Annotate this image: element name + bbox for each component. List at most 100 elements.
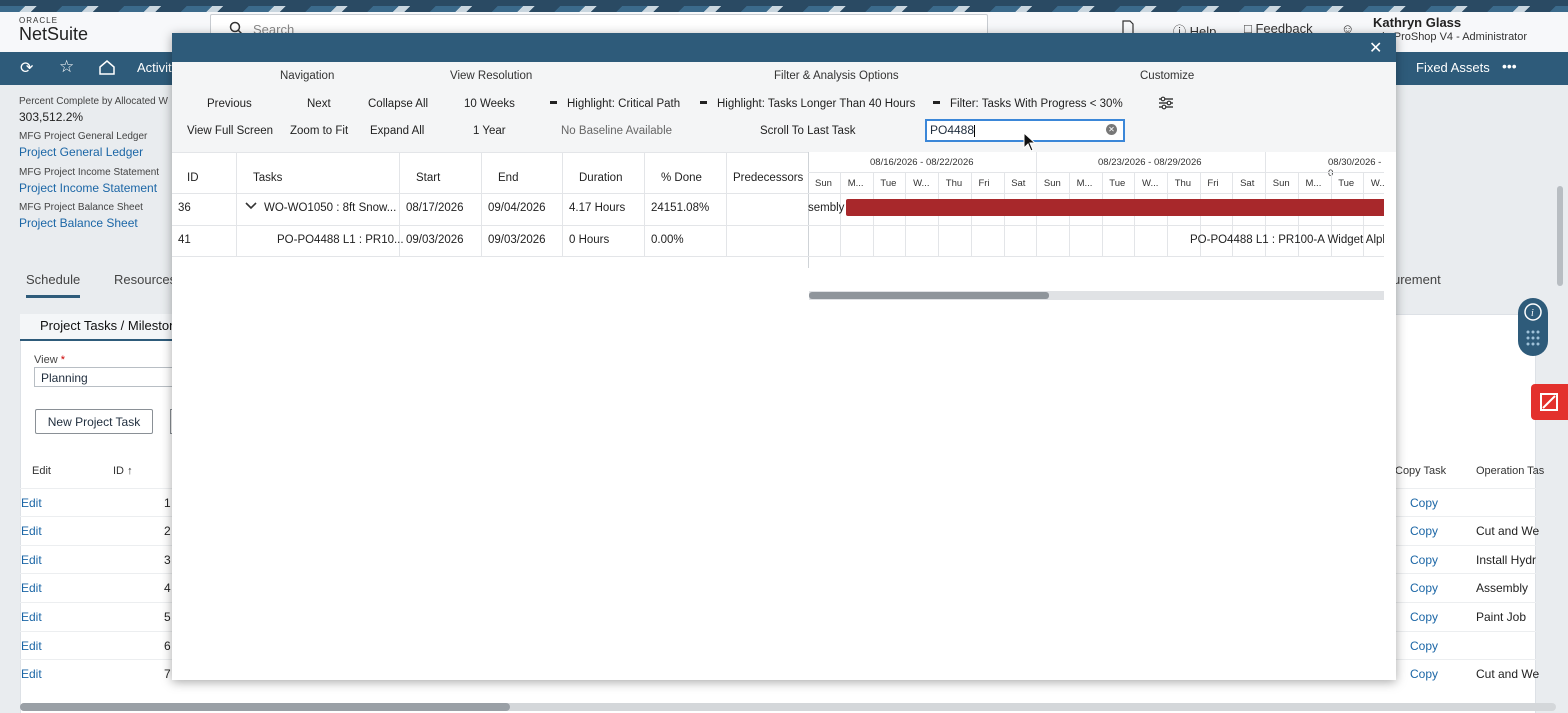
nav-activities[interactable]: Activiti	[137, 60, 175, 75]
is-label: MFG Project Income Statement	[19, 167, 160, 178]
customize-settings-icon[interactable]	[1158, 96, 1174, 113]
highlight-critical-path-toggle[interactable]: Highlight: Critical Path	[550, 98, 680, 110]
grid-col-divider	[644, 152, 645, 256]
grid-header-duration[interactable]: Duration	[579, 172, 622, 184]
day-label: Sun	[1043, 178, 1061, 189]
gantt-modal: ✕ Navigation View Resolution Filter & An…	[172, 33, 1396, 680]
grid-header-tasks[interactable]: Tasks	[253, 172, 282, 184]
star-icon[interactable]: ☆	[59, 57, 74, 77]
tab-resources[interactable]: Resources	[114, 272, 176, 287]
edit-link[interactable]: Edit	[21, 496, 42, 510]
week-label: 08/23/2026 - 08/29/2026	[1098, 157, 1202, 168]
collapse-all-button[interactable]: Collapse All	[368, 98, 428, 110]
view-label: View *	[34, 354, 65, 366]
week-label: 08/16/2026 - 08/22/2026	[870, 157, 974, 168]
task-id: 5	[164, 610, 171, 624]
gantt-chart[interactable]: 08/16/2026 - 08/22/2026 08/23/2026 - 08/2…	[808, 152, 1384, 268]
edit-link[interactable]: Edit	[21, 639, 42, 653]
day-label: Tue	[880, 178, 897, 189]
day-label: Fri	[1207, 178, 1219, 189]
new-project-task-button[interactable]: New Project Task	[35, 409, 153, 434]
scroll-to-last-task-button[interactable]: Scroll To Last Task	[760, 125, 855, 137]
filter-progress-toggle[interactable]: Filter: Tasks With Progress < 30%	[933, 98, 1123, 110]
copy-link[interactable]: Copy	[1410, 496, 1438, 510]
row-task-name: PO-PO4488 L1 : PR10...	[277, 234, 404, 246]
row-end: 09/03/2026	[488, 234, 546, 246]
grid-row-divider	[172, 225, 808, 226]
task-bar[interactable]	[846, 199, 1384, 216]
bs-link[interactable]: Project Balance Sheet	[19, 216, 138, 230]
view-select[interactable]: Planning	[34, 367, 184, 387]
critical-path-label: Highlight: Critical Path	[567, 98, 681, 110]
tab-schedule[interactable]: Schedule	[26, 272, 81, 298]
next-button[interactable]: Next	[307, 98, 331, 110]
grid-top-line	[172, 152, 808, 153]
grid-col-divider	[726, 152, 727, 256]
no-baseline-label: No Baseline Available	[561, 125, 673, 137]
operation-task: Cut and We	[1476, 524, 1540, 538]
gl-link[interactable]: Project General Ledger	[19, 145, 143, 159]
group-navigation: Navigation	[280, 70, 335, 82]
copy-link[interactable]: Copy	[1410, 581, 1438, 595]
one-year-button[interactable]: 1 Year	[473, 125, 506, 137]
edit-link[interactable]: Edit	[21, 667, 42, 681]
day-label: Tue	[1338, 178, 1355, 189]
gantt-scroll-thumb[interactable]	[809, 292, 1049, 299]
edit-link[interactable]: Edit	[21, 581, 42, 595]
is-link[interactable]: Project Income Statement	[19, 181, 157, 195]
nav-fixed-assets[interactable]: Fixed Assets	[1416, 60, 1490, 75]
grid-header-id[interactable]: ID	[187, 172, 199, 184]
row-id: 41	[178, 234, 191, 246]
recent-icon[interactable]: ⟳	[20, 58, 33, 78]
ten-weeks-button[interactable]: 10 Weeks	[464, 98, 515, 110]
copy-link[interactable]: Copy	[1410, 524, 1438, 538]
user-name: Kathryn Glass	[1373, 15, 1462, 30]
day-label: W...	[1370, 178, 1384, 189]
edit-link[interactable]: Edit	[21, 524, 42, 538]
copy-link[interactable]: Copy	[1410, 667, 1438, 681]
toggle-indicator-icon	[933, 101, 940, 105]
highlight-longer-40-toggle[interactable]: Highlight: Tasks Longer Than 40 Hours	[700, 98, 915, 110]
clear-search-icon[interactable]: ✕	[1106, 124, 1117, 135]
nav-more-icon[interactable]: •••	[1502, 58, 1517, 74]
gantt-horizontal-scrollbar[interactable]	[809, 291, 1384, 300]
day-label: Thu	[945, 178, 963, 189]
edit-link[interactable]: Edit	[21, 610, 42, 624]
copy-link[interactable]: Copy	[1410, 553, 1438, 567]
info-widget[interactable]: i	[1518, 298, 1548, 356]
zoom-to-fit-button[interactable]: Zoom to Fit	[290, 125, 348, 137]
col-id-label: ID	[113, 465, 124, 477]
page-horizontal-scrollbar[interactable]	[20, 703, 1556, 711]
tab-procurement[interactable]: urement	[1393, 272, 1441, 287]
pct-complete-label: Percent Complete by Allocated W	[19, 96, 168, 107]
netsuite-logo[interactable]: ORACLE NetSuite	[19, 16, 88, 43]
task-id: 7	[164, 667, 171, 681]
close-icon[interactable]: ✕	[1369, 38, 1382, 58]
svg-text:i: i	[1531, 308, 1534, 319]
grid-header-end[interactable]: End	[498, 172, 518, 184]
col-copy-task: Copy Task	[1395, 465, 1447, 477]
grid-header-predecessors[interactable]: Predecessors	[733, 172, 803, 184]
grid-header-start[interactable]: Start	[416, 172, 440, 184]
row-duration: 4.17 Hours	[569, 202, 626, 214]
grid-col-divider	[236, 152, 237, 256]
toggle-indicator-icon	[550, 101, 557, 105]
collapse-chevron-icon[interactable]	[245, 200, 257, 214]
col-id[interactable]: ID ↑	[113, 465, 133, 477]
expand-all-button[interactable]: Expand All	[370, 125, 424, 137]
previous-button[interactable]: Previous	[207, 98, 252, 110]
task-id: 6	[164, 639, 171, 653]
home-icon[interactable]	[98, 59, 116, 78]
scroll-thumb[interactable]	[20, 703, 510, 711]
view-full-screen-button[interactable]: View Full Screen	[187, 125, 273, 137]
operation-task: Cut and We	[1476, 667, 1540, 681]
grid-header-done[interactable]: % Done	[661, 172, 702, 184]
copy-link[interactable]: Copy	[1410, 610, 1438, 624]
copy-link[interactable]: Copy	[1410, 639, 1438, 653]
edit-link[interactable]: Edit	[21, 553, 42, 567]
gantt-row-divider	[808, 256, 1384, 257]
page-vertical-scrollbar[interactable]	[1557, 186, 1563, 286]
group-filter-analysis: Filter & Analysis Options	[774, 70, 899, 82]
header-decoration	[0, 6, 1568, 12]
assistant-icon[interactable]	[1531, 384, 1568, 420]
